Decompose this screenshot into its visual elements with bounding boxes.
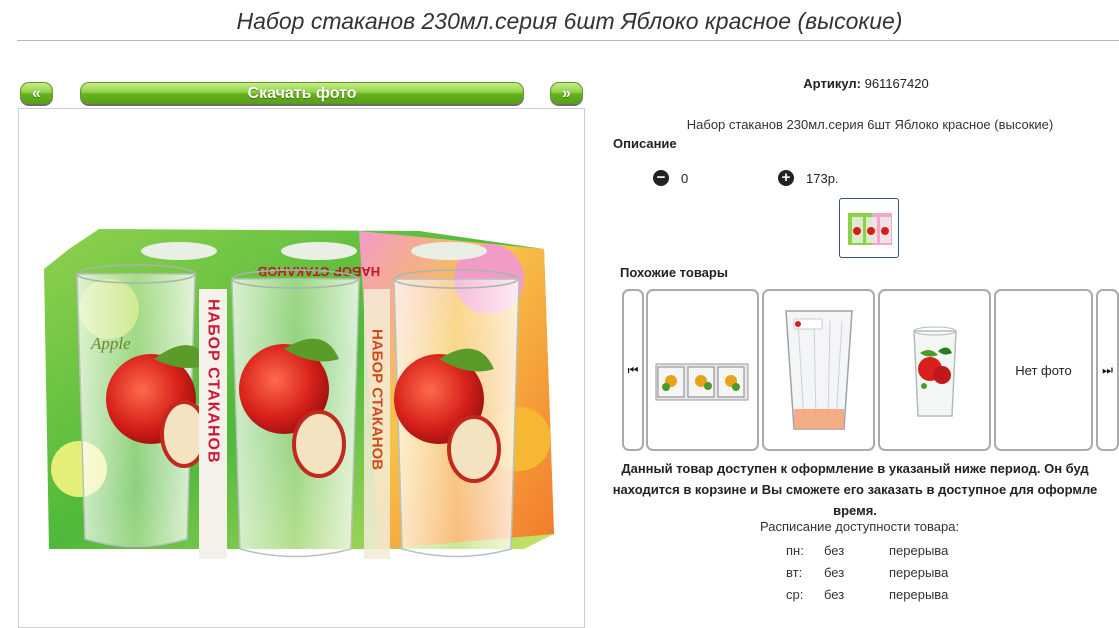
glass-text: Apple	[90, 334, 131, 353]
similar-item-2-image	[785, 310, 853, 430]
quantity-control: − 0	[653, 170, 688, 186]
similar-item-3[interactable]	[878, 289, 991, 451]
similar-item-1-image	[655, 363, 749, 401]
similar-item-4[interactable]: Нет фото	[994, 289, 1093, 451]
product-name: Набор стаканов 230мл.серия 6шт Яблоко кр…	[686, 117, 1054, 132]
similar-item-2[interactable]	[762, 289, 875, 451]
box-top-text: НАБОР СТАКАНОВ	[258, 264, 380, 279]
carousel-next-button[interactable]: ⏭	[1096, 289, 1119, 451]
price-value: 173р.	[806, 170, 839, 186]
schedule-day: вт:	[786, 565, 803, 580]
plus-icon[interactable]: +	[778, 170, 794, 186]
box-side-text-2: НАБОР СТАКАНОВ	[369, 329, 386, 470]
box-side-text: НАБОР СТАКАНОВ	[205, 299, 222, 464]
availability-line-2: находится в корзине и Вы сможете его зак…	[612, 482, 1098, 497]
quantity-value: 0	[681, 170, 689, 186]
schedule-to: перерыва	[889, 587, 949, 602]
add-to-cart-control: + 173р.	[778, 170, 839, 186]
title-divider	[17, 40, 1119, 41]
schedule-to: перерыва	[889, 565, 949, 580]
no-photo-label: Нет фото	[1015, 362, 1072, 378]
schedule-day: пн:	[786, 543, 804, 558]
availability-line-1: Данный товар доступен к оформление в ука…	[621, 461, 1089, 476]
glass-3	[393, 269, 520, 558]
product-photo-frame: НАБОР СТАКАНОВ Apple НАБОР СТАКАНОВ НАБО…	[18, 108, 585, 628]
similar-item-3-image	[913, 326, 957, 417]
availability-notice: Данный товар доступен к оформление в ука…	[585, 458, 1119, 521]
thumbnail-image	[848, 213, 892, 245]
next-photo-button[interactable]: »	[550, 82, 583, 104]
download-photo-button[interactable]: Скачать фото	[80, 82, 524, 104]
schedule-day: ср:	[786, 587, 804, 602]
article-value: 961167420	[864, 76, 929, 91]
schedule-from: без	[824, 543, 845, 558]
skip-forward-icon: ⏭	[1102, 362, 1113, 377]
product-photo: НАБОР СТАКАНОВ Apple НАБОР СТАКАНОВ НАБО…	[44, 229, 554, 559]
page-title: Набор стаканов 230мл.серия 6шт Яблоко кр…	[236, 8, 903, 34]
similar-products-label: Похожие товары	[620, 265, 728, 280]
availability-line-3: время.	[833, 503, 877, 518]
glass-2	[231, 269, 360, 558]
schedule-from: без	[824, 587, 845, 602]
schedule-to: перерыва	[889, 543, 949, 558]
schedule-title: Расписание доступности товара:	[760, 519, 960, 534]
carousel-prev-button[interactable]: ⏮	[622, 289, 644, 451]
description-label: Описание	[613, 136, 677, 151]
product-thumbnail[interactable]	[839, 198, 899, 258]
skip-back-icon: ⏮	[627, 362, 639, 377]
article-label: Артикул:	[803, 76, 861, 91]
prev-photo-button[interactable]: «	[20, 82, 53, 104]
schedule-from: без	[824, 565, 845, 580]
similar-item-1[interactable]	[646, 289, 759, 451]
minus-icon[interactable]: −	[653, 170, 669, 186]
article-line: Артикул: 961167420	[606, 76, 1119, 91]
